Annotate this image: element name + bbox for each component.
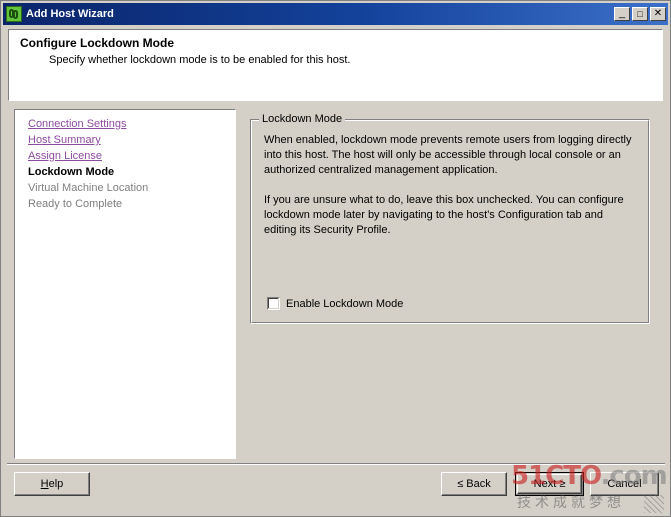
close-icon: ✕ — [653, 8, 663, 19]
add-host-wizard-window: Add Host Wizard _ □ ✕ Configure Lockdown… — [0, 0, 671, 517]
lockdown-description-2: If you are unsure what to do, leave this… — [264, 194, 624, 236]
minimize-button[interactable]: _ — [614, 7, 630, 21]
enable-lockdown-row[interactable]: Enable Lockdown Mode — [267, 297, 403, 310]
sidebar-item-host-summary[interactable]: Host Summary — [28, 132, 235, 148]
footer-separator — [7, 463, 665, 465]
maximize-icon: □ — [637, 9, 643, 19]
vsphere-host-icon — [6, 6, 22, 22]
wizard-step-sidebar: Connection Settings Host Summary Assign … — [14, 109, 236, 459]
wizard-header: Configure Lockdown Mode Specify whether … — [8, 29, 663, 101]
group-body: When enabled, lockdown mode prevents rem… — [264, 133, 636, 253]
title-bar: Add Host Wizard _ □ ✕ — [3, 3, 668, 25]
sidebar-item-lockdown-mode[interactable]: Lockdown Mode — [28, 164, 235, 180]
window-title: Add Host Wizard — [26, 8, 114, 20]
back-button[interactable]: ≤ Back — [441, 472, 507, 496]
lockdown-description-1: When enabled, lockdown mode prevents rem… — [264, 134, 632, 176]
cancel-button-label: Cancel — [607, 478, 642, 490]
sidebar-item-assign-license[interactable]: Assign License — [28, 148, 235, 164]
page-subtitle: Specify whether lockdown mode is to be e… — [49, 54, 351, 66]
watermark-hatch — [644, 495, 664, 513]
sidebar-item-virtual-machine-location: Virtual Machine Location — [28, 182, 149, 194]
next-button-label: Next ≥ — [533, 478, 566, 490]
lockdown-mode-group: Lockdown Mode When enabled, lockdown mod… — [250, 113, 650, 324]
sidebar-item-connection-settings[interactable]: Connection Settings — [28, 116, 235, 132]
cancel-button[interactable]: Cancel — [590, 472, 659, 496]
next-button[interactable]: Next ≥ — [515, 472, 584, 496]
maximize-button[interactable]: □ — [632, 7, 648, 21]
back-button-label: ≤ Back — [457, 478, 491, 490]
sidebar-item-ready-to-complete: Ready to Complete — [28, 198, 123, 210]
page-title: Configure Lockdown Mode — [20, 36, 174, 50]
enable-lockdown-checkbox[interactable] — [267, 297, 280, 310]
enable-lockdown-label[interactable]: Enable Lockdown Mode — [286, 298, 403, 310]
close-button[interactable]: ✕ — [650, 7, 666, 21]
help-button[interactable]: Help — [14, 472, 90, 496]
window-controls: _ □ ✕ — [614, 7, 666, 21]
group-legend: Lockdown Mode — [259, 113, 346, 125]
minimize-icon: _ — [618, 7, 626, 19]
help-button-label: Help — [40, 478, 64, 490]
